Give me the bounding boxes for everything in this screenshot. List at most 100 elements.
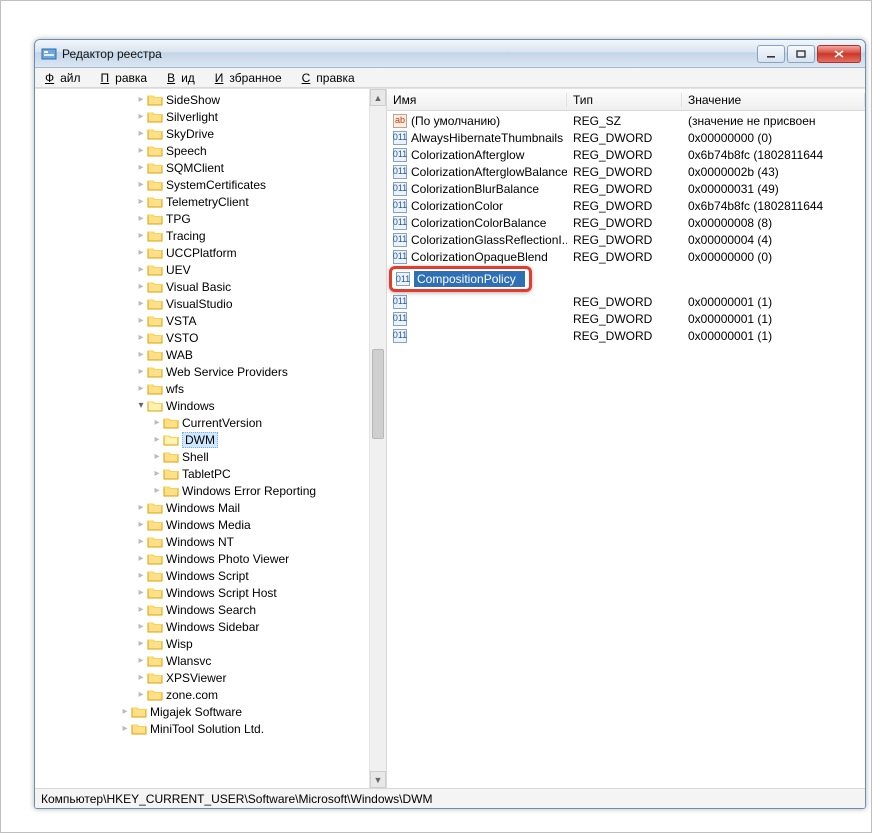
value-row[interactable]: ab(По умолчанию)REG_SZ(значение не присв… <box>387 112 865 129</box>
tree-toggle-icon[interactable]: ▸ <box>135 553 147 564</box>
tree-item[interactable]: ▸ Speech <box>35 142 386 159</box>
tree-item[interactable]: ▸ TabletPC <box>35 465 386 482</box>
titlebar[interactable]: Редактор реестра <box>35 40 865 68</box>
tree-toggle-icon[interactable]: ▸ <box>135 655 147 666</box>
tree-item[interactable]: ▸ Migajek Software <box>35 703 386 720</box>
tree-toggle-icon[interactable]: ▸ <box>135 332 147 343</box>
columns-header[interactable]: Имя Тип Значение <box>387 89 865 111</box>
tree-item[interactable]: ▸ zone.com <box>35 686 386 703</box>
value-row[interactable]: 011ColorizationAfterglowREG_DWORD0x6b74b… <box>387 146 865 163</box>
tree-toggle-icon[interactable]: ▸ <box>151 485 163 496</box>
value-row[interactable]: 011ColorizationColorBalanceREG_DWORD0x00… <box>387 214 865 231</box>
tree-item[interactable]: ▸ CurrentVersion <box>35 414 386 431</box>
tree-item[interactable]: ▸ Windows NT <box>35 533 386 550</box>
tree-item[interactable]: ▸ Wisp <box>35 635 386 652</box>
tree-item[interactable]: ▸ Shell <box>35 448 386 465</box>
tree-item[interactable]: ▸ DWM <box>35 431 386 448</box>
tree-toggle-icon[interactable]: ▸ <box>135 604 147 615</box>
tree-toggle-icon[interactable]: ▸ <box>135 264 147 275</box>
tree-toggle-icon[interactable]: ▸ <box>135 162 147 173</box>
tree-toggle-icon[interactable]: ▸ <box>135 366 147 377</box>
value-row[interactable]: 011REG_DWORD0x00000001 (1) <box>387 310 865 327</box>
tree-item[interactable]: ▸ SkyDrive <box>35 125 386 142</box>
tree-item[interactable]: ▸ VisualStudio <box>35 295 386 312</box>
tree-toggle-icon[interactable]: ▸ <box>135 570 147 581</box>
value-row[interactable]: 011REG_DWORD0x00000001 (1) <box>387 327 865 344</box>
tree-item[interactable]: ▸ Windows Script <box>35 567 386 584</box>
tree-item[interactable]: ▸ SystemCertificates <box>35 176 386 193</box>
tree-toggle-icon[interactable]: ▸ <box>135 587 147 598</box>
close-button[interactable] <box>817 45 861 63</box>
tree-item[interactable]: ▸ TelemetryClient <box>35 193 386 210</box>
tree-toggle-icon[interactable]: ▾ <box>135 400 147 411</box>
tree-toggle-icon[interactable]: ▸ <box>151 434 163 445</box>
tree-item[interactable]: ▸ VSTO <box>35 329 386 346</box>
tree-item[interactable]: ▸ Windows Photo Viewer <box>35 550 386 567</box>
tree-item[interactable]: ▾ Windows <box>35 397 386 414</box>
tree-scrollbar[interactable]: ▲ ▼ <box>369 89 386 788</box>
tree-item[interactable]: ▸ SQMClient <box>35 159 386 176</box>
tree-toggle-icon[interactable]: ▸ <box>119 723 131 734</box>
tree-item[interactable]: ▸ XPSViewer <box>35 669 386 686</box>
col-value[interactable]: Значение <box>682 93 865 107</box>
tree-toggle-icon[interactable]: ▸ <box>135 179 147 190</box>
tree-toggle-icon[interactable]: ▸ <box>151 417 163 428</box>
tree-toggle-icon[interactable]: ▸ <box>135 315 147 326</box>
tree-toggle-icon[interactable]: ▸ <box>135 672 147 683</box>
tree-toggle-icon[interactable]: ▸ <box>135 621 147 632</box>
tree-toggle-icon[interactable]: ▸ <box>135 213 147 224</box>
menu-file[interactable]: Файл <box>39 70 93 86</box>
col-type[interactable]: Тип <box>567 93 682 107</box>
value-row[interactable]: 011ColorizationOpaqueBlendREG_DWORD0x000… <box>387 248 865 265</box>
tree-item[interactable]: ▸ SideShow <box>35 91 386 108</box>
tree-item[interactable]: ▸ MiniTool Solution Ltd. <box>35 720 386 737</box>
scroll-up-icon[interactable]: ▲ <box>370 89 386 106</box>
tree-toggle-icon[interactable]: ▸ <box>135 383 147 394</box>
tree-toggle-icon[interactable]: ▸ <box>135 247 147 258</box>
tree-item[interactable]: ▸ TPG <box>35 210 386 227</box>
tree-toggle-icon[interactable]: ▸ <box>135 145 147 156</box>
tree-item[interactable]: ▸ Windows Script Host <box>35 584 386 601</box>
value-row[interactable]: 011REG_DWORD0x00000001 (1) <box>387 293 865 310</box>
menu-favorites[interactable]: Избранное <box>209 70 294 86</box>
tree-item[interactable]: ▸ Wlansvc <box>35 652 386 669</box>
value-row-editing[interactable]: 011 <box>387 265 865 293</box>
scroll-thumb[interactable] <box>372 349 384 439</box>
tree-item[interactable]: ▸ Silverlight <box>35 108 386 125</box>
tree-toggle-icon[interactable]: ▸ <box>135 349 147 360</box>
tree-toggle-icon[interactable]: ▸ <box>135 298 147 309</box>
tree-item[interactable]: ▸ Windows Search <box>35 601 386 618</box>
value-row[interactable]: 011ColorizationColorREG_DWORD0x6b74b8fc … <box>387 197 865 214</box>
value-row[interactable]: 011ColorizationAfterglowBalanceREG_DWORD… <box>387 163 865 180</box>
tree-toggle-icon[interactable]: ▸ <box>135 128 147 139</box>
tree-pane[interactable]: ▲ ▼ ▸ SideShow▸ Silverlight▸ SkyDrive▸ S… <box>35 89 387 788</box>
tree-toggle-icon[interactable]: ▸ <box>135 536 147 547</box>
tree-item[interactable]: ▸ Tracing <box>35 227 386 244</box>
tree-toggle-icon[interactable]: ▸ <box>135 281 147 292</box>
tree-toggle-icon[interactable]: ▸ <box>135 230 147 241</box>
tree-item[interactable]: ▸ VSTA <box>35 312 386 329</box>
menu-edit[interactable]: Правка <box>95 70 160 86</box>
tree-toggle-icon[interactable]: ▸ <box>135 689 147 700</box>
tree-toggle-icon[interactable]: ▸ <box>135 196 147 207</box>
value-row[interactable]: 011ColorizationBlurBalanceREG_DWORD0x000… <box>387 180 865 197</box>
tree-item[interactable]: ▸ UEV <box>35 261 386 278</box>
values-list[interactable]: ab(По умолчанию)REG_SZ(значение не присв… <box>387 111 865 788</box>
scroll-down-icon[interactable]: ▼ <box>370 771 386 788</box>
tree-toggle-icon[interactable]: ▸ <box>151 468 163 479</box>
value-row[interactable]: 011AlwaysHibernateThumbnailsREG_DWORD0x0… <box>387 129 865 146</box>
tree-item[interactable]: ▸ WAB <box>35 346 386 363</box>
col-name[interactable]: Имя <box>387 93 567 107</box>
tree-toggle-icon[interactable]: ▸ <box>135 94 147 105</box>
value-row[interactable]: 011ColorizationGlassReflectionI...REG_DW… <box>387 231 865 248</box>
tree-toggle-icon[interactable]: ▸ <box>135 502 147 513</box>
menu-view[interactable]: Вид <box>161 70 207 86</box>
tree-toggle-icon[interactable]: ▸ <box>119 706 131 717</box>
menu-help[interactable]: Справка <box>296 70 367 86</box>
tree-item[interactable]: ▸ Visual Basic <box>35 278 386 295</box>
tree-item[interactable]: ▸ UCCPlatform <box>35 244 386 261</box>
tree-item[interactable]: ▸ Web Service Providers <box>35 363 386 380</box>
tree-toggle-icon[interactable]: ▸ <box>151 451 163 462</box>
minimize-button[interactable] <box>757 45 785 63</box>
tree-item[interactable]: ▸ Windows Error Reporting <box>35 482 386 499</box>
